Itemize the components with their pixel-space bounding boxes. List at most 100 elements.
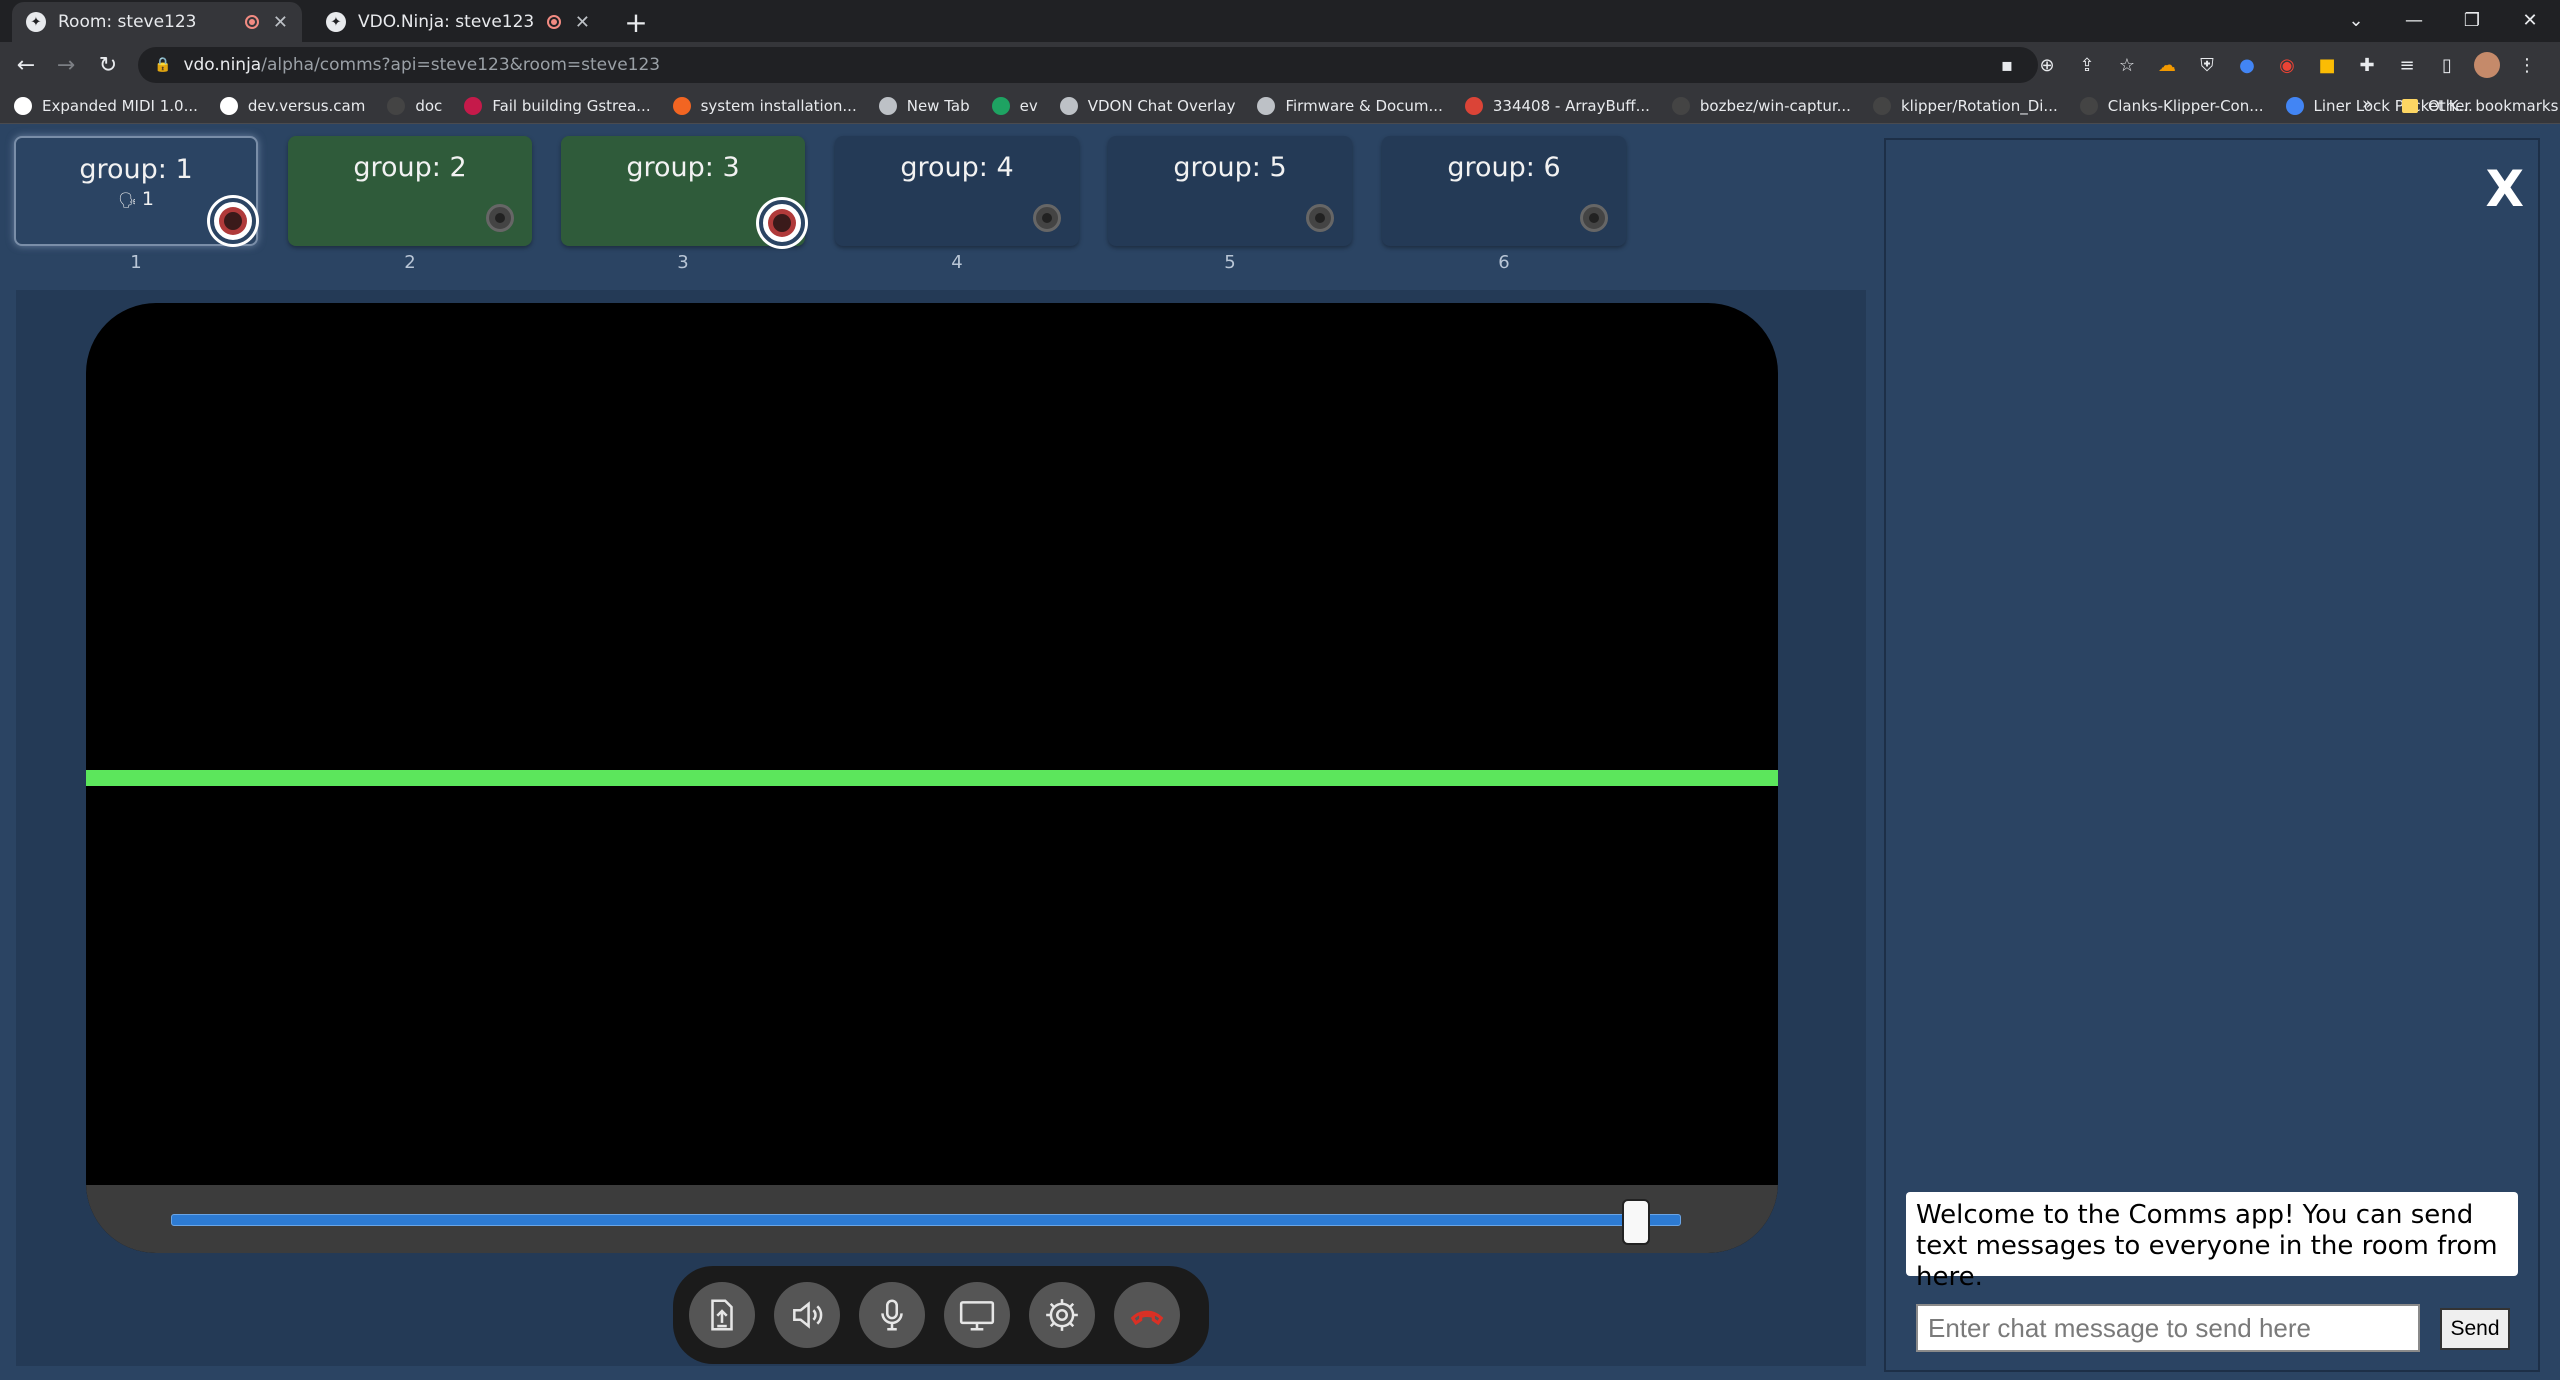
bookmark-label: New Tab bbox=[906, 97, 970, 115]
group-name: group: 5 bbox=[1173, 152, 1287, 183]
group-view-toggle-icon[interactable] bbox=[1033, 204, 1061, 232]
address-bar[interactable]: 🔒 vdo.ninja/alpha/comms?api=steve123&roo… bbox=[138, 47, 2038, 83]
restore-window-icon[interactable]: ❐ bbox=[2452, 4, 2492, 36]
profile-avatar[interactable] bbox=[2474, 52, 2500, 78]
bookmark-label: klipper/Rotation_Di... bbox=[1900, 97, 2058, 115]
group-number: 1 bbox=[130, 252, 142, 273]
group-card-1[interactable]: group: 1 🗣 1 bbox=[14, 136, 258, 246]
bookmark-favicon-icon bbox=[464, 97, 483, 115]
bookmark-item[interactable]: bozbez/win-captur... bbox=[1671, 97, 1851, 115]
bookmark-item[interactable]: klipper/Rotation_Di... bbox=[1872, 97, 2058, 115]
hangup-button[interactable] bbox=[1114, 1282, 1180, 1348]
extension-icons: ▪ ⊕ ⇪ ☆ ☁ ⛨ ● ◉ ■ ✚ ≡ ▯ ⋮ bbox=[1994, 50, 2540, 80]
tab-search-icon[interactable]: ⌄ bbox=[2336, 4, 2376, 36]
audio-level-line bbox=[86, 770, 1778, 786]
group-view-toggle-icon[interactable] bbox=[1306, 204, 1334, 232]
bookmark-item[interactable]: 334408 - ArrayBuff... bbox=[1464, 97, 1650, 115]
side-panel-icon[interactable]: ▯ bbox=[2434, 52, 2460, 78]
close-window-icon[interactable]: ✕ bbox=[2510, 4, 2550, 36]
share-icon[interactable]: ⇪ bbox=[2074, 52, 2100, 78]
bookmark-favicon-icon bbox=[1059, 97, 1078, 115]
tab-room-steve123[interactable]: ✦ Room: steve123 ✕ bbox=[12, 2, 302, 42]
group-card-4[interactable]: group: 4 bbox=[835, 136, 1079, 246]
share-file-icon bbox=[711, 1299, 733, 1331]
reload-icon[interactable]: ↻ bbox=[92, 49, 124, 81]
more-bookmarks-button[interactable]: » bbox=[2362, 94, 2372, 114]
group-card-2[interactable]: group: 2 bbox=[288, 136, 532, 246]
url-path: /alpha/comms?api=steve123&room=steve123 bbox=[261, 55, 661, 75]
bookmark-label: VDON Chat Overlay bbox=[1087, 97, 1236, 115]
screen-share-button[interactable] bbox=[944, 1282, 1010, 1348]
bookmark-item[interactable]: doc bbox=[387, 97, 442, 115]
group-view-toggle-icon[interactable] bbox=[759, 200, 805, 246]
bookmark-item[interactable]: New Tab bbox=[878, 97, 970, 115]
close-tab-icon[interactable]: ✕ bbox=[575, 12, 590, 33]
bookmark-item[interactable]: Firmware & Docum... bbox=[1257, 97, 1443, 115]
bookmark-favicon-icon bbox=[672, 97, 691, 115]
bookmarks-bar: Expanded MIDI 1.0... dev.versus.cam doc Fai… bbox=[0, 88, 2560, 124]
group-card-3[interactable]: group: 3 bbox=[561, 136, 805, 246]
group-card-6[interactable]: group: 6 bbox=[1382, 136, 1626, 246]
zoom-icon[interactable]: ⊕ bbox=[2034, 52, 2060, 78]
bookmark-label: bozbez/win-captur... bbox=[1699, 97, 1851, 115]
chat-message-input[interactable] bbox=[1916, 1304, 2420, 1352]
group-view-toggle-icon[interactable] bbox=[1580, 204, 1608, 232]
bookmark-label: Firmware & Docum... bbox=[1285, 97, 1443, 115]
bookmark-favicon-icon bbox=[1464, 97, 1483, 115]
red-extension-icon[interactable]: ◉ bbox=[2274, 52, 2300, 78]
menu-kebab-icon[interactable]: ⋮ bbox=[2514, 52, 2540, 78]
settings-button[interactable] bbox=[1029, 1282, 1095, 1348]
bookmark-label: ev bbox=[1019, 97, 1038, 115]
bookmark-label: 334408 - ArrayBuff... bbox=[1492, 97, 1650, 115]
recording-indicator-icon bbox=[244, 15, 259, 29]
media-control-icon[interactable]: ≡ bbox=[2394, 52, 2420, 78]
volume-slider-thumb[interactable] bbox=[1622, 1199, 1650, 1245]
microphone-icon bbox=[881, 1299, 903, 1331]
bookmark-item[interactable]: ev bbox=[991, 97, 1038, 115]
bookmark-item[interactable]: Expanded MIDI 1.0... bbox=[14, 97, 198, 115]
bookmark-favicon-icon bbox=[2285, 97, 2304, 115]
group-name: group: 1 bbox=[79, 154, 193, 185]
lock-icon: 🔒 bbox=[154, 57, 172, 73]
camera-icon[interactable]: ▪ bbox=[1994, 52, 2020, 78]
bookmark-star-icon[interactable]: ☆ bbox=[2114, 52, 2140, 78]
forward-arrow-icon[interactable]: → bbox=[50, 49, 82, 81]
bookmark-label: Expanded MIDI 1.0... bbox=[42, 97, 198, 115]
other-bookmarks-folder[interactable]: Other bookmarks bbox=[2402, 88, 2558, 124]
microphone-button[interactable] bbox=[859, 1282, 925, 1348]
new-tab-button[interactable]: + bbox=[620, 6, 652, 39]
url-host: vdo.ninja bbox=[183, 55, 262, 75]
bookmark-item[interactable]: dev.versus.cam bbox=[219, 97, 365, 115]
blue-extension-icon[interactable]: ● bbox=[2234, 52, 2260, 78]
minimize-window-icon[interactable]: — bbox=[2394, 4, 2434, 36]
bookmark-item[interactable]: VDON Chat Overlay bbox=[1059, 97, 1236, 115]
group-view-toggle-icon[interactable] bbox=[486, 204, 514, 232]
group-name: group: 4 bbox=[900, 152, 1014, 183]
send-button[interactable]: Send bbox=[2440, 1308, 2510, 1350]
recording-indicator-icon bbox=[546, 15, 561, 29]
cloud-extension-icon[interactable]: ☁ bbox=[2154, 52, 2180, 78]
settings-icon bbox=[1046, 1299, 1078, 1331]
bookmark-item[interactable]: Clanks-Klipper-Con... bbox=[2079, 97, 2264, 115]
tab-vdo-ninja-steve123[interactable]: ✦ VDO.Ninja: steve123 ✕ bbox=[312, 2, 604, 42]
close-tab-icon[interactable]: ✕ bbox=[273, 12, 288, 33]
bookmark-item[interactable]: system installation... bbox=[672, 97, 857, 115]
speaker-icon bbox=[793, 1301, 823, 1329]
bookmark-favicon-icon bbox=[1872, 97, 1891, 115]
extensions-puzzle-icon[interactable]: ✚ bbox=[2354, 52, 2380, 78]
speaker-button[interactable] bbox=[774, 1282, 840, 1348]
back-arrow-icon[interactable]: ← bbox=[10, 49, 42, 81]
close-chat-button[interactable]: X bbox=[2485, 160, 2524, 218]
bookmark-item[interactable]: Fail building Gstrea... bbox=[464, 97, 651, 115]
shield-extension-icon[interactable]: ⛨ bbox=[2194, 52, 2220, 78]
bookmark-favicon-icon bbox=[14, 97, 32, 115]
group-card-5[interactable]: group: 5 bbox=[1108, 136, 1352, 246]
browser-toolbar: ← → ↻ 🔒 vdo.ninja/alpha/comms?api=steve1… bbox=[0, 42, 2560, 88]
video-player[interactable] bbox=[86, 303, 1778, 1253]
volume-slider-track[interactable] bbox=[171, 1214, 1681, 1226]
group-view-toggle-icon[interactable] bbox=[210, 198, 256, 244]
share-file-button[interactable] bbox=[689, 1282, 755, 1348]
yellow-extension-icon[interactable]: ■ bbox=[2314, 52, 2340, 78]
bookmark-label: doc bbox=[415, 97, 443, 115]
group-number: 5 bbox=[1224, 252, 1236, 273]
